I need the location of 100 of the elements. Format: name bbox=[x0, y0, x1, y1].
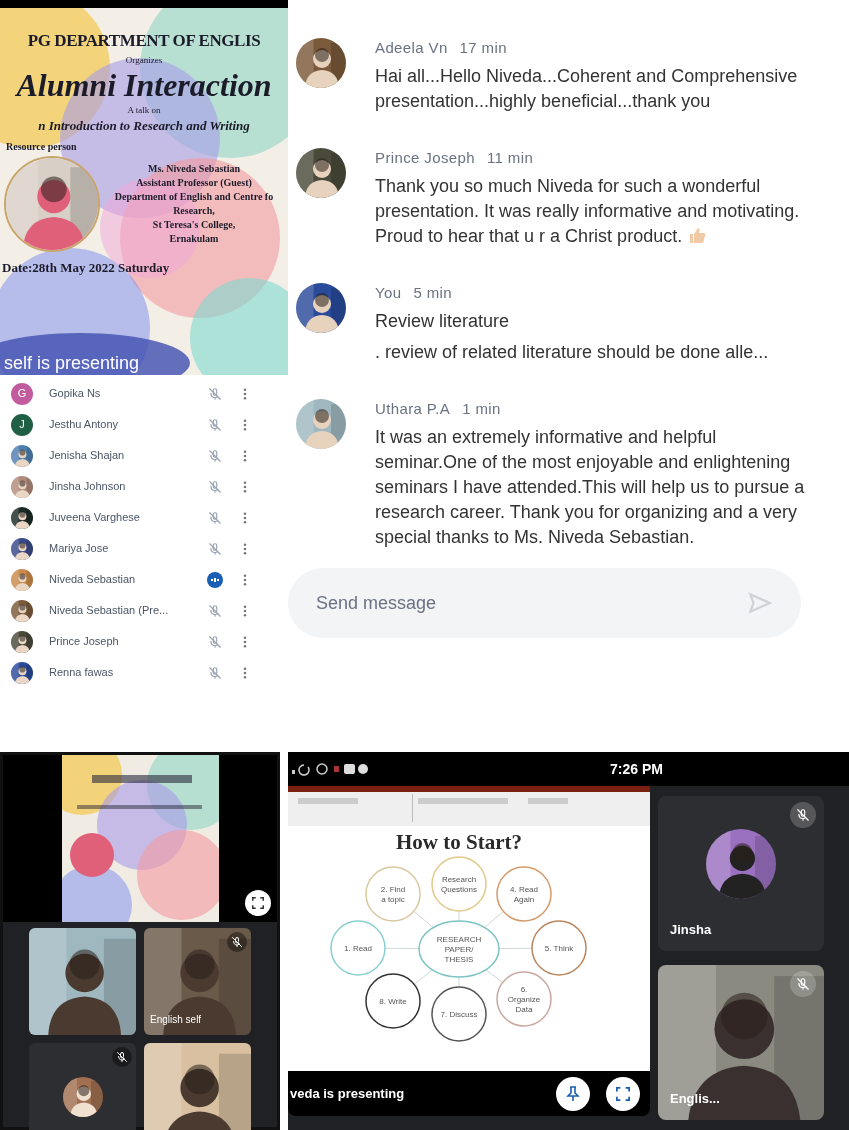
participant-name: Mariya Jose bbox=[49, 541, 110, 557]
participant-row[interactable]: Jinsha Johnson bbox=[0, 471, 288, 502]
slide-title: How to Start? bbox=[396, 830, 522, 854]
mic-off-icon bbox=[208, 603, 222, 618]
speaker-info: Department of English and Centre fo bbox=[114, 190, 274, 204]
participant-name: Jinsha bbox=[670, 920, 712, 939]
more-icon[interactable] bbox=[243, 542, 247, 555]
connector-line bbox=[484, 910, 504, 928]
diagram-node: 7. Discuss bbox=[431, 986, 487, 1042]
participant-name: Juveena Varghese bbox=[49, 510, 141, 526]
participant-row[interactable]: Niveda Sebastian bbox=[0, 564, 288, 595]
participant-name: Jenisha Shajan bbox=[49, 448, 126, 464]
speaker-info: Assistant Professor (Guest) bbox=[136, 176, 252, 190]
more-icon[interactable] bbox=[243, 604, 247, 617]
poster-text: Organizes bbox=[125, 53, 163, 66]
poster-heading: PG DEPARTMENT OF ENGLIS bbox=[27, 30, 261, 52]
more-icon[interactable] bbox=[243, 511, 247, 524]
mic-off-icon bbox=[796, 977, 810, 991]
more-icon[interactable] bbox=[243, 387, 247, 400]
participant-name: Gopika Ns bbox=[49, 386, 102, 402]
diagram-node: Research Questions bbox=[431, 856, 487, 912]
avatar: G bbox=[11, 382, 33, 405]
mic-off-icon bbox=[208, 386, 222, 401]
participant-name: Jinsha Johnson bbox=[49, 479, 127, 495]
more-icon[interactable] bbox=[243, 480, 247, 493]
message-text: . review of related literature should be done alle... bbox=[375, 341, 770, 364]
fullscreen-button[interactable] bbox=[245, 890, 271, 916]
more-icon[interactable] bbox=[243, 573, 247, 586]
speaking-icon bbox=[207, 571, 223, 588]
speaker-info: St Teresa's College, bbox=[152, 218, 236, 232]
connector-line bbox=[413, 910, 434, 929]
mic-off-icon bbox=[231, 936, 243, 948]
diagram-node: RESEARCH PAPER/ THESIS bbox=[418, 920, 500, 978]
mic-off-icon bbox=[208, 417, 222, 432]
message-text: It was an extremely informative and helpful seminar.One of the most enjoyable and enlightening seminars I have attended.This will help us to pursue a research career. Thank you for organizing and a very special thanks to Ms. Niveda Sebastian. bbox=[375, 426, 806, 549]
fullscreen-button[interactable] bbox=[606, 1076, 640, 1111]
message-time: 1 min bbox=[462, 399, 501, 419]
participant-row[interactable]: J Jesthu Antony bbox=[0, 409, 288, 440]
status-time: 7:26 PM bbox=[610, 759, 663, 779]
fullscreen-icon bbox=[616, 1086, 630, 1101]
participant-row[interactable]: Jenisha Shajan bbox=[0, 440, 288, 471]
presenting-label: self is presenting bbox=[4, 353, 140, 373]
more-icon[interactable] bbox=[243, 418, 247, 431]
speaker-info: Ernakulam bbox=[169, 232, 219, 246]
participant-row[interactable]: Renna fawas bbox=[0, 657, 288, 688]
mic-off-icon bbox=[208, 665, 222, 680]
mic-off-icon bbox=[796, 808, 810, 822]
speaker-info: Research, bbox=[173, 204, 215, 218]
more-icon[interactable] bbox=[243, 449, 247, 462]
mic-off-icon bbox=[208, 510, 222, 525]
poster-text: A talk on bbox=[127, 103, 161, 116]
mic-off-icon bbox=[208, 479, 222, 494]
diagram-node: 2. Find a topic bbox=[365, 866, 421, 922]
pin-button[interactable] bbox=[556, 1076, 590, 1111]
more-icon[interactable] bbox=[243, 635, 247, 648]
connector-line bbox=[485, 969, 504, 984]
message-text: Thank you so much Niveda for such a wonderful presentation. It was really informative and motivating. Proud to hear that u r a Christ product. bbox=[375, 175, 801, 248]
pin-icon bbox=[565, 1085, 581, 1102]
poster-title: Alumni Interaction bbox=[16, 65, 272, 104]
participant-row[interactable]: G Gopika Ns bbox=[0, 378, 288, 409]
diagram-node: 6. Organize Data bbox=[496, 971, 552, 1027]
diagram-node: 5. Think bbox=[531, 920, 587, 976]
participant-name: Englis... bbox=[670, 1089, 720, 1108]
more-icon[interactable] bbox=[243, 666, 247, 679]
poster-label: Resource person bbox=[5, 140, 77, 154]
sender-name: Prince Joseph bbox=[375, 148, 475, 168]
participant-name: Renna fawas bbox=[49, 665, 115, 681]
sender-name: Uthara P.A bbox=[375, 399, 451, 419]
mic-off-icon bbox=[208, 448, 222, 463]
participant-name: Niveda Sebastian (Pre... bbox=[49, 603, 170, 619]
connector-line bbox=[413, 969, 433, 985]
fullscreen-icon bbox=[252, 897, 264, 909]
diagram-node: 4. Read Again bbox=[496, 866, 552, 922]
participant-row[interactable]: Niveda Sebastian (Pre... bbox=[0, 595, 288, 626]
presenting-label: veda is presenting bbox=[290, 1084, 406, 1103]
message-text: Review literature bbox=[375, 310, 511, 333]
participant-row[interactable]: Juveena Varghese bbox=[0, 502, 288, 533]
mic-off-icon bbox=[208, 541, 222, 556]
sender-name: Adeela Vn bbox=[375, 38, 448, 58]
message-input[interactable]: Send message bbox=[288, 568, 801, 638]
participant-name: Jesthu Antony bbox=[49, 417, 120, 433]
diagram-node: 1. Read bbox=[330, 920, 386, 976]
poster-date: Date:28th May 2022 Saturday bbox=[1, 259, 170, 277]
diagram-node: 8. Write bbox=[365, 973, 421, 1029]
avatar: J bbox=[11, 413, 33, 436]
connector-line bbox=[384, 947, 420, 950]
participant-row[interactable]: Mariya Jose bbox=[0, 533, 288, 564]
mic-off-icon bbox=[208, 634, 222, 649]
poster-subtitle: n Introduction to Research and Writing bbox=[38, 116, 250, 135]
connector-line bbox=[498, 947, 533, 950]
message-time: 5 min bbox=[413, 283, 452, 303]
participant-name: English self bbox=[150, 1013, 202, 1027]
speaker-info: Ms. Niveda Sebastian bbox=[148, 162, 240, 176]
message-text: Hai all...Hello Niveda...Coherent and Comprehensive presentation...highly beneficial...thank you bbox=[375, 65, 799, 113]
message-time: 17 min bbox=[459, 38, 507, 58]
participant-row[interactable]: Prince Joseph bbox=[0, 626, 288, 657]
message-time: 11 min bbox=[486, 148, 534, 168]
participant-name: Prince Joseph bbox=[49, 634, 120, 650]
mic-off-icon bbox=[116, 1051, 128, 1063]
sender-name: You bbox=[375, 283, 402, 303]
